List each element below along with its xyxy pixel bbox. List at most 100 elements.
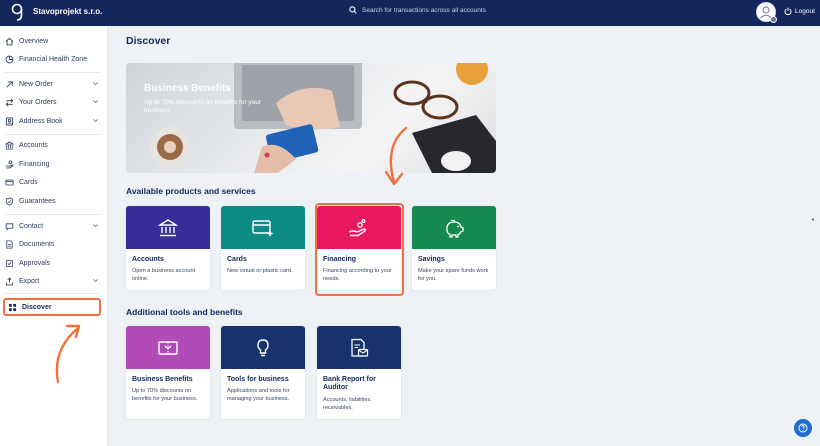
banner-title: Business Benefits (144, 83, 231, 94)
sidebar-divider (5, 214, 101, 215)
sidebar-item-discover[interactable]: Discover (3, 298, 101, 316)
bank-icon (5, 140, 14, 150)
card-title: Savings (418, 256, 445, 263)
sidebar-item-label: Your Orders (19, 98, 57, 106)
report-mail-icon (351, 338, 369, 357)
annotation-arrow-icon (384, 126, 408, 186)
sidebar-item-label: Guarantees (19, 197, 56, 205)
card-sparkle-icon (252, 219, 274, 237)
search-input[interactable]: Search for transactions across all accou… (362, 7, 486, 14)
address-book-icon (5, 116, 14, 126)
sidebar-item-contact[interactable]: Contact (5, 219, 99, 233)
sidebar-item-overview[interactable]: Overview (5, 34, 99, 48)
sidebar-item-your-orders[interactable]: Your Orders (5, 95, 99, 109)
power-icon (784, 7, 792, 15)
sidebar-item-label: New Order (19, 80, 53, 88)
help-icon (798, 423, 808, 433)
piggy-bank-icon (446, 219, 464, 238)
sidebar-item-label: Export (19, 277, 40, 285)
sidebar-item-label: Overview (19, 37, 49, 45)
arrow-up-right-icon (6, 80, 13, 88)
banner-photo-illustration (150, 63, 496, 173)
sidebar-divider (5, 134, 101, 135)
tools-section-title: Additional tools and benefits (126, 307, 243, 317)
product-card-savings[interactable]: Savings Make your spare funds work for y… (412, 206, 496, 290)
chevron-down-icon[interactable] (92, 98, 99, 105)
sidebar-item-cards[interactable]: Cards (5, 175, 99, 189)
sidebar-item-label: Documents (19, 240, 55, 248)
card-title: Tools for business (227, 376, 289, 383)
search-icon (349, 6, 357, 14)
sidebar-item-label: Discover (22, 303, 52, 311)
bank-icon (157, 218, 179, 236)
user-avatar[interactable] (756, 2, 777, 23)
financing-highlight-box (315, 203, 404, 296)
chevron-down-icon[interactable] (92, 277, 99, 284)
products-section-title: Available products and services (126, 186, 256, 196)
shield-icon (5, 196, 14, 206)
grid-icon (8, 303, 17, 311)
card-title: Accounts (132, 256, 164, 263)
chat-icon (5, 222, 14, 231)
sidebar-divider (5, 293, 101, 294)
chevron-down-icon[interactable] (92, 117, 99, 124)
logout-button[interactable]: Logout (784, 7, 815, 15)
search-bar[interactable]: Search for transactions across all accou… (349, 6, 486, 14)
sidebar-item-label: Accounts (19, 141, 48, 149)
annotation-arrow-icon (55, 324, 81, 384)
sidebar-item-label: Cards (19, 178, 38, 186)
card-description: Open a business account online. (132, 268, 196, 282)
scroll-caret-icon[interactable]: ◂ (811, 216, 814, 223)
card-description: New virtual or plastic card. (227, 268, 293, 274)
business-benefits-banner[interactable]: Business Benefits Up to 70% discounts on… (126, 63, 496, 173)
sidebar-item-export[interactable]: Export (5, 274, 99, 288)
sidebar-item-label: Contact (19, 222, 44, 230)
card-header (221, 326, 305, 369)
sidebar-item-label: Approvals (19, 259, 51, 267)
sidebar-item-accounts[interactable]: Accounts (5, 138, 99, 152)
company-name[interactable]: Stavoprojekt s.r.o. (33, 7, 102, 16)
product-card-cards[interactable]: Cards New virtual or plastic card. (221, 206, 305, 290)
sidebar-item-financing[interactable]: Financing (5, 157, 99, 171)
card-description: Accounts, liabilities, receivables. (323, 397, 372, 411)
sidebar-item-guarantees[interactable]: Guarantees (5, 194, 99, 208)
bank-logo-icon[interactable] (10, 3, 24, 23)
sidebar-divider (5, 72, 101, 73)
card-header (126, 206, 210, 249)
help-button[interactable] (794, 419, 812, 437)
sidebar-item-label: Financial Health Zone (19, 55, 88, 63)
home-icon (5, 37, 14, 45)
card-description: Up to 70% discounts on benefits for your… (132, 388, 198, 402)
sidebar-item-address-book[interactable]: Address Book (5, 114, 99, 128)
health-zone-icon (5, 55, 14, 63)
card-icon (5, 179, 14, 185)
chevron-down-icon[interactable] (92, 80, 99, 87)
card-header (126, 326, 210, 369)
sidebar-item-documents[interactable]: Documents (5, 237, 99, 251)
sidebar-item-label: Financing (19, 160, 50, 168)
product-card-accounts[interactable]: Accounts Open a business account online. (126, 206, 210, 290)
arrows-icon (5, 98, 14, 106)
tool-card-business-benefits[interactable]: Business Benefits Up to 70% discounts on… (126, 326, 210, 419)
sidebar-item-approvals[interactable]: Approvals (5, 256, 99, 270)
avatar-badge (770, 16, 777, 23)
approvals-icon (5, 259, 14, 267)
lightbulb-icon (257, 338, 269, 356)
card-title: Business Benefits (132, 376, 193, 383)
financing-icon (5, 159, 14, 168)
logout-label: Logout (795, 7, 815, 15)
top-bar: Stavoprojekt s.r.o. Search for transacti… (0, 0, 820, 26)
tool-card-tools-for-business[interactable]: Tools for business Applications and tool… (221, 326, 305, 419)
banner-subtitle: Up to 70% discounts on benefits for your… (144, 99, 262, 115)
gift-voucher-icon (158, 340, 178, 355)
card-header (221, 206, 305, 249)
card-description: Make your spare funds work for you. (418, 268, 489, 282)
card-title: Cards (227, 256, 247, 263)
card-header (412, 206, 496, 249)
chevron-down-icon[interactable] (92, 222, 99, 229)
page-title: Discover (126, 35, 171, 47)
tool-card-bank-report[interactable]: Bank Report for Auditor Accounts, liabil… (317, 326, 401, 419)
document-icon (6, 239, 13, 249)
sidebar-item-new-order[interactable]: New Order (5, 77, 99, 91)
sidebar-item-financial-health-zone[interactable]: Financial Health Zone (5, 52, 99, 66)
